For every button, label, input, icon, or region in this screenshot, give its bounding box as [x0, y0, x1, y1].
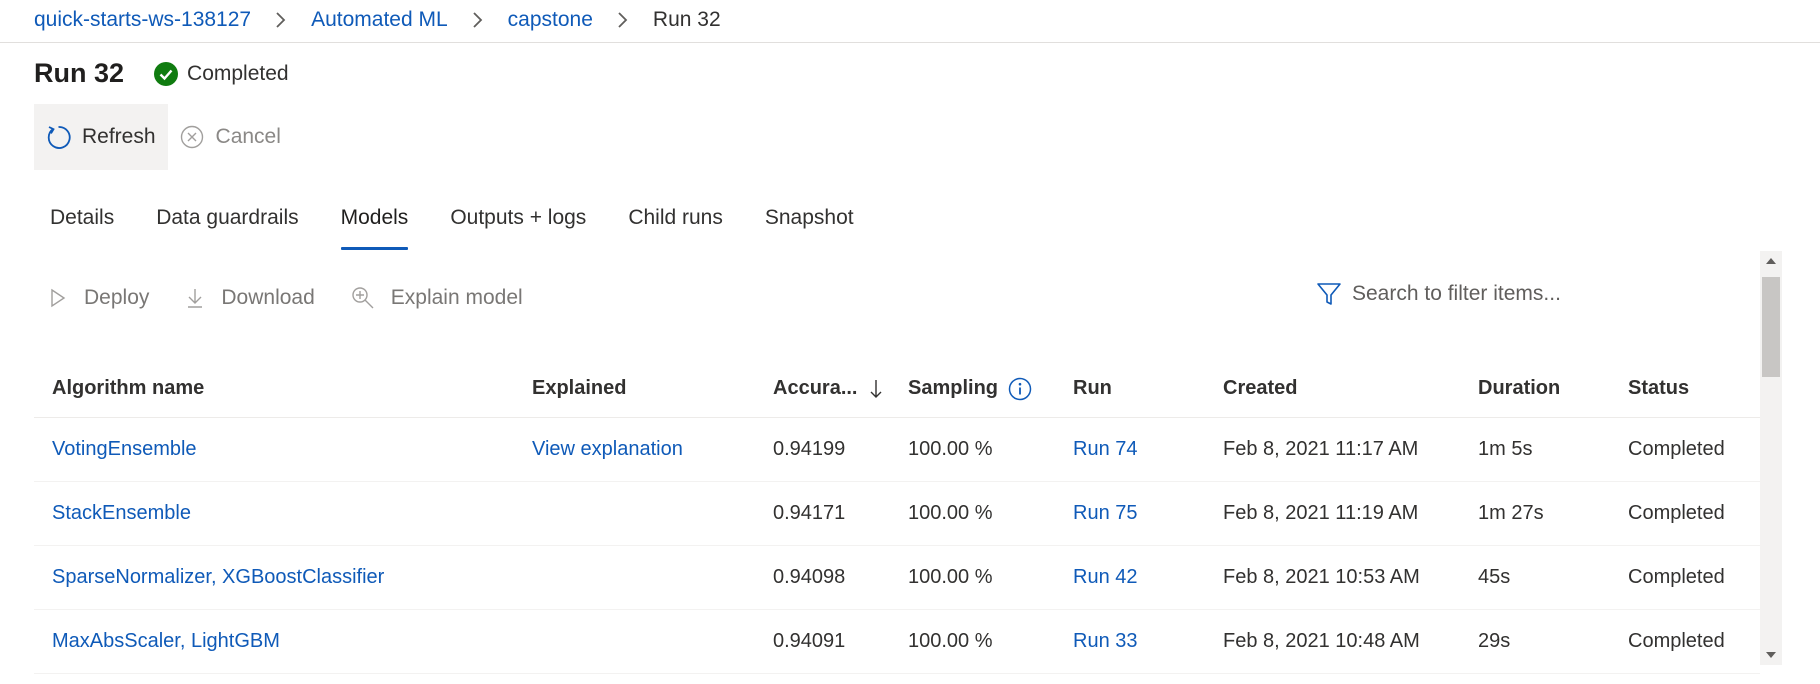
refresh-button[interactable]: Refresh: [34, 104, 168, 170]
download-button[interactable]: Download: [171, 286, 315, 310]
table-row[interactable]: StackEnsemble 0.94171 100.00 % Run 75 Fe…: [34, 482, 1760, 546]
play-icon: [48, 286, 68, 310]
cancel-circle-icon: [180, 125, 204, 149]
column-header-explained[interactable]: Explained: [514, 377, 755, 400]
header-divider: [0, 42, 1820, 43]
sampling-cell: 100.00 %: [908, 502, 993, 524]
check-circle-icon: [154, 61, 179, 86]
tab-details[interactable]: Details: [34, 200, 130, 250]
breadcrumb: quick-starts-ws-138127 Automated ML caps…: [34, 4, 721, 36]
table-row[interactable]: SparseNormalizer, XGBoostClassifier 0.94…: [34, 546, 1760, 610]
status-cell: Completed: [1628, 502, 1725, 524]
explain-model-button[interactable]: Explain model: [337, 286, 523, 310]
models-table: Algorithm name Explained Accura... Sampl…: [34, 360, 1760, 674]
accuracy-cell: 0.94171: [773, 502, 846, 524]
chevron-right-icon: [472, 11, 484, 29]
created-cell: Feb 8, 2021 10:53 AM: [1223, 566, 1420, 588]
scroll-down-arrow-icon[interactable]: [1766, 651, 1776, 659]
created-cell: Feb 8, 2021 10:48 AM: [1223, 630, 1420, 652]
breadcrumb-experiment[interactable]: capstone: [508, 8, 593, 32]
algorithm-link[interactable]: SparseNormalizer, XGBoostClassifier: [34, 566, 514, 589]
status-text: Completed: [187, 61, 289, 85]
download-icon: [185, 286, 205, 310]
chevron-right-icon: [275, 11, 287, 29]
algorithm-link[interactable]: VotingEnsemble: [34, 438, 514, 461]
command-bar: Refresh Cancel: [34, 104, 281, 170]
run-link[interactable]: Run 74: [1055, 438, 1205, 461]
search-box: [1316, 276, 1736, 312]
view-explanation-link[interactable]: View explanation: [514, 438, 755, 461]
scroll-up-arrow-icon[interactable]: [1766, 257, 1776, 265]
scrollbar-thumb[interactable]: [1762, 277, 1780, 377]
table-row[interactable]: VotingEnsemble View explanation 0.94199 …: [34, 418, 1760, 482]
sampling-cell: 100.00 %: [908, 630, 993, 652]
duration-cell: 29s: [1478, 630, 1511, 652]
table-row[interactable]: MaxAbsScaler, LightGBM 0.94091 100.00 % …: [34, 610, 1760, 674]
download-label: Download: [221, 286, 315, 309]
column-header-run[interactable]: Run: [1055, 377, 1205, 400]
chevron-right-icon: [617, 11, 629, 29]
column-header-algorithm[interactable]: Algorithm name: [34, 377, 514, 400]
page-title: Run 32: [34, 58, 125, 88]
tab-child-runs[interactable]: Child runs: [612, 200, 739, 250]
breadcrumb-workspace[interactable]: quick-starts-ws-138127: [34, 8, 251, 32]
search-input[interactable]: [1352, 282, 1712, 306]
column-header-accuracy[interactable]: Accura...: [755, 377, 890, 400]
column-header-sampling[interactable]: Sampling: [890, 377, 1055, 401]
column-header-accuracy-label: Accura...: [773, 377, 858, 399]
column-header-status[interactable]: Status: [1610, 377, 1760, 400]
info-icon[interactable]: [1008, 377, 1032, 401]
algorithm-link[interactable]: StackEnsemble: [34, 502, 514, 525]
run-link[interactable]: Run 75: [1055, 502, 1205, 525]
refresh-icon: [45, 124, 72, 151]
vertical-scrollbar[interactable]: [1760, 251, 1782, 665]
cancel-label: Cancel: [215, 125, 281, 148]
status-cell: Completed: [1628, 630, 1725, 652]
tab-bar: Details Data guardrails Models Outputs +…: [34, 200, 880, 250]
run-link[interactable]: Run 42: [1055, 566, 1205, 589]
deploy-button[interactable]: Deploy: [34, 286, 149, 310]
column-header-created[interactable]: Created: [1205, 377, 1460, 400]
duration-cell: 1m 5s: [1478, 438, 1533, 460]
run-link[interactable]: Run 33: [1055, 630, 1205, 653]
created-cell: Feb 8, 2021 11:17 AM: [1223, 438, 1419, 460]
column-header-duration[interactable]: Duration: [1460, 377, 1610, 400]
duration-cell: 45s: [1478, 566, 1511, 588]
status-cell: Completed: [1628, 438, 1725, 460]
deploy-label: Deploy: [84, 286, 150, 309]
duration-cell: 1m 27s: [1478, 502, 1544, 524]
title-row: Run 32 Completed: [34, 58, 289, 89]
sampling-cell: 100.00 %: [908, 566, 993, 588]
breadcrumb-current: Run 32: [652, 8, 721, 31]
table-header: Algorithm name Explained Accura... Sampl…: [34, 360, 1760, 418]
accuracy-cell: 0.94098: [773, 566, 846, 588]
status-cell: Completed: [1628, 566, 1725, 588]
zoom-in-icon: [351, 286, 375, 310]
models-toolbar: Deploy Download Explain model: [34, 276, 545, 320]
tab-outputs-logs[interactable]: Outputs + logs: [434, 200, 602, 250]
algorithm-link[interactable]: MaxAbsScaler, LightGBM: [34, 630, 514, 653]
accuracy-cell: 0.94199: [773, 438, 846, 460]
sampling-cell: 100.00 %: [908, 438, 993, 460]
filter-icon: [1316, 281, 1342, 307]
explain-model-label: Explain model: [390, 286, 523, 309]
breadcrumb-automated-ml[interactable]: Automated ML: [311, 8, 448, 32]
cancel-button[interactable]: Cancel: [168, 104, 281, 170]
tab-models[interactable]: Models: [325, 200, 425, 250]
refresh-label: Refresh: [82, 125, 156, 148]
status-badge: Completed: [154, 61, 289, 86]
accuracy-cell: 0.94091: [773, 630, 846, 652]
tab-data-guardrails[interactable]: Data guardrails: [140, 200, 314, 250]
tab-snapshot[interactable]: Snapshot: [749, 200, 870, 250]
created-cell: Feb 8, 2021 11:19 AM: [1223, 502, 1419, 524]
sort-descending-icon: [869, 379, 883, 399]
column-header-sampling-label: Sampling: [908, 377, 999, 399]
